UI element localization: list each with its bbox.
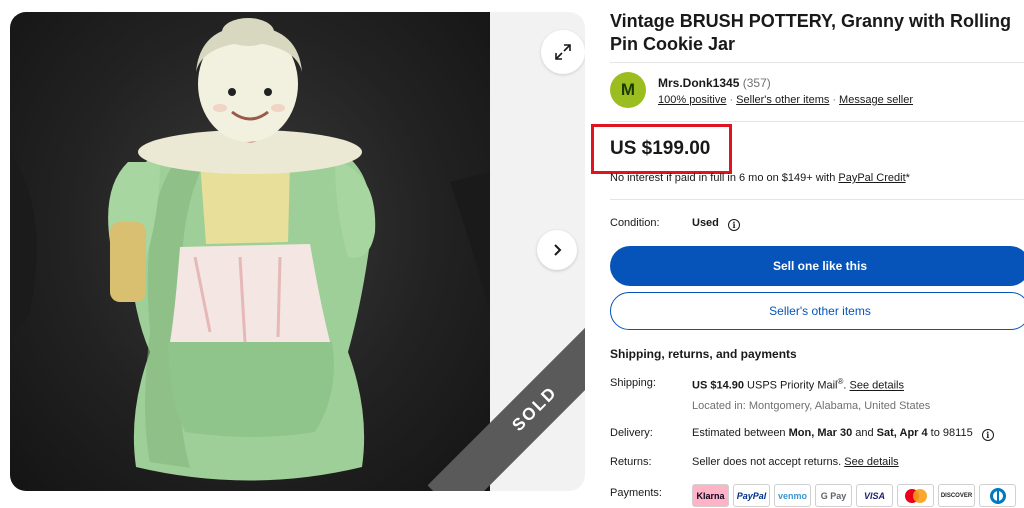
delivery-suffix: to 98115 — [927, 427, 973, 439]
seller-name-row: Mrs.Donk1345 (357) — [658, 76, 771, 90]
delivery-prefix: Estimated between — [692, 427, 789, 439]
shipping-section-title: Shipping, returns, and payments — [610, 347, 797, 361]
next-image-button[interactable] — [537, 230, 577, 270]
diners-club-badge — [979, 484, 1016, 507]
seller-name[interactable]: Mrs.Donk1345 — [658, 76, 739, 90]
delivery-label: Delivery: — [610, 427, 653, 439]
financing-note: No interest if paid in full in 6 mo on $… — [610, 172, 910, 184]
discover-badge: DISCOVER — [938, 484, 975, 507]
visa-badge: VISA — [856, 484, 893, 507]
venmo-badge: venmo — [774, 484, 811, 507]
seller-links: 100% positive · Seller's other items · Messa… — [658, 94, 913, 106]
shipping-label: Shipping: — [610, 377, 656, 389]
delivery-row: Estimated between Mon, Mar 30 and Sat, A… — [692, 427, 994, 441]
diners-club-icon — [989, 487, 1006, 504]
listing-title: Vintage BRUSH POTTERY, Granny with Rolli… — [610, 11, 1012, 54]
expand-icon — [555, 44, 571, 60]
klarna-badge: Klarna — [692, 484, 729, 507]
image-gallery: SOLD — [10, 12, 585, 491]
item-location: Located in: Montgomery, Alabama, United … — [692, 400, 931, 412]
google-pay-badge: G Pay — [815, 484, 852, 507]
paypal-credit-link[interactable]: PayPal Credit — [838, 172, 905, 184]
paypal-badge: PayPal — [733, 484, 770, 507]
separator-dot: · — [832, 94, 837, 106]
seller-other-items-link[interactable]: Seller's other items — [736, 94, 829, 106]
sell-one-like-this-button[interactable]: Sell one like this — [610, 246, 1024, 286]
delivery-end: Sat, Apr 4 — [876, 427, 928, 439]
separator-dot: · — [729, 94, 734, 106]
condition-row: Used i — [692, 217, 740, 231]
seller-info: M Mrs.Donk1345 (357) 100% positive · Selle… — [610, 62, 1024, 122]
delivery-info-icon[interactable]: i — [981, 429, 994, 441]
price-highlight-box — [591, 124, 732, 174]
shipping-row: US $14.90 USPS Priority Mail®. See detai… — [692, 377, 904, 392]
shipping-details-link[interactable]: See details — [850, 380, 904, 392]
product-photo[interactable] — [10, 12, 490, 491]
chevron-right-icon — [554, 244, 562, 256]
info-icon[interactable]: i — [727, 219, 740, 231]
message-seller-link[interactable]: Message seller — [839, 94, 913, 106]
seller-feedback-score[interactable]: (357) — [743, 76, 771, 90]
payment-methods: Klarna PayPal venmo G Pay VISA DISCOVER — [692, 484, 1016, 507]
condition-label: Condition: — [610, 217, 660, 229]
financing-text: No interest if paid in full in 6 mo on $… — [610, 172, 839, 184]
mastercard-icon — [904, 488, 927, 503]
mastercard-badge — [897, 484, 934, 507]
returns-text: Seller does not accept returns. — [692, 456, 845, 468]
shipping-price: US $14.90 — [692, 379, 744, 392]
divider — [610, 199, 1024, 200]
seller-avatar[interactable]: M — [610, 72, 646, 108]
sellers-other-items-button[interactable]: Seller's other items — [610, 292, 1024, 330]
positive-feedback-link[interactable]: 100% positive — [658, 94, 727, 106]
returns-label: Returns: — [610, 456, 652, 468]
delivery-start: Mon, Mar 30 — [788, 427, 853, 439]
condition-value: Used — [692, 217, 719, 229]
shipping-service: USPS Priority Mail — [743, 379, 838, 392]
expand-image-button[interactable] — [541, 30, 585, 74]
returns-row: Seller does not accept returns. See deta… — [692, 456, 899, 468]
financing-suffix: * — [905, 172, 910, 184]
delivery-and: and — [852, 427, 877, 439]
payments-label: Payments: — [610, 487, 662, 499]
returns-details-link[interactable]: See details — [844, 456, 898, 468]
cookie-jar-illustration — [10, 18, 490, 481]
